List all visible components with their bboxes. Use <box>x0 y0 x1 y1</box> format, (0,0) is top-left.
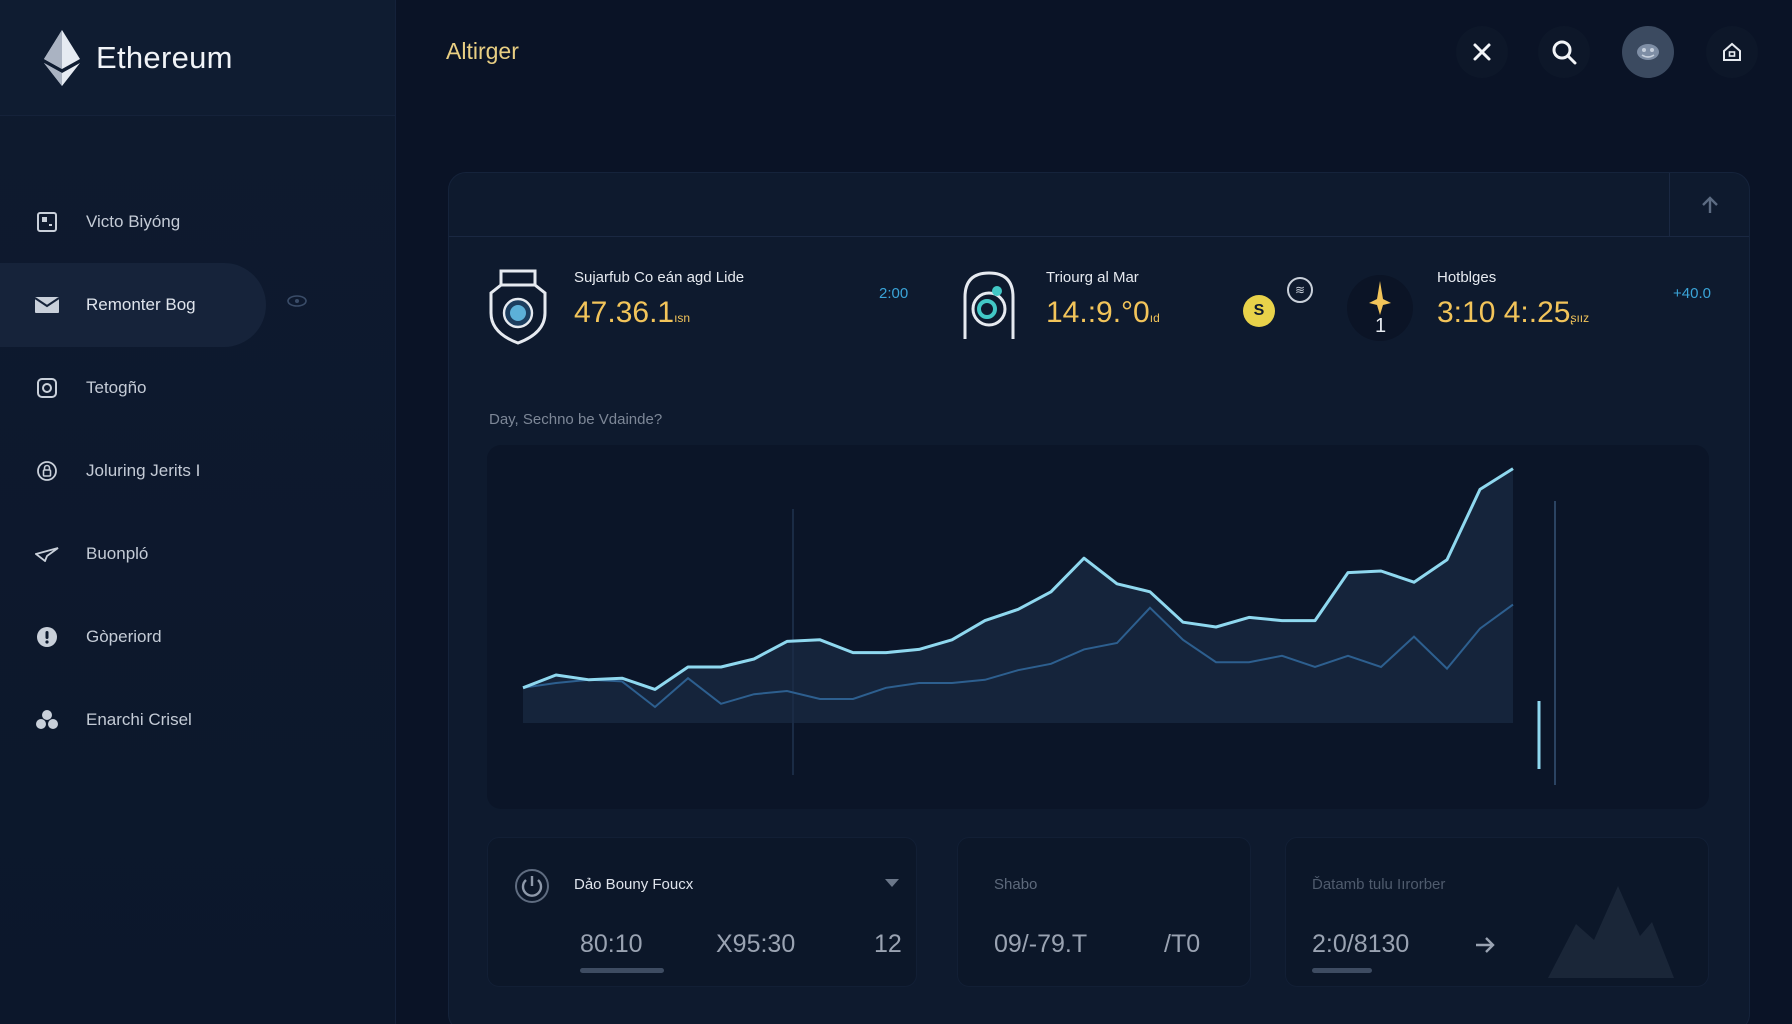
search-icon <box>1552 40 1577 65</box>
card-progress-bar <box>1312 968 1372 973</box>
stat-value: 14.:9.°0ıd <box>1046 296 1160 329</box>
stat-change: 2:00 <box>879 285 909 302</box>
main-panel: Sujarfub Co eán agd Lide 47.36.1ısn 2:00… <box>448 172 1750 1024</box>
home-icon <box>1723 42 1741 61</box>
avatar[interactable] <box>1622 26 1674 78</box>
chart-caption: Day, Sechno be Vdainde? <box>489 411 663 428</box>
stat-change: +40.0 <box>1673 285 1711 302</box>
sidebar-item-joluring[interactable]: Joluring Jerits I <box>0 429 395 513</box>
grid-square-icon <box>34 209 60 235</box>
card-value: /T0 <box>1164 930 1201 958</box>
options-icon[interactable]: ≋ <box>1287 277 1313 303</box>
page-title: Altirger <box>446 38 519 64</box>
info-icon <box>34 624 60 650</box>
coin-icon: S <box>1243 295 1275 327</box>
shield-icon <box>489 269 547 345</box>
cluster-icon <box>34 707 60 733</box>
app-name: Ethereum <box>96 39 233 75</box>
power-icon <box>515 869 549 903</box>
lock-icon <box>34 458 60 484</box>
avatar-icon <box>1637 44 1659 60</box>
sidebar-item-tetogno[interactable]: Tetogño <box>0 346 395 430</box>
sidebar-item-label: Gòperiord <box>86 627 162 646</box>
ring-icon <box>963 271 1015 339</box>
eye-icon[interactable] <box>286 293 308 313</box>
close-button[interactable] <box>1456 26 1508 78</box>
card-title: Dảo Bouny Foucx <box>574 876 694 893</box>
star-number: 1 <box>1375 315 1387 337</box>
arrow-right-icon[interactable] <box>1474 936 1496 954</box>
card-value: 80:10 <box>580 930 643 958</box>
series-area <box>523 468 1513 723</box>
sidebar-item-label: Joluring Jerits I <box>86 461 201 480</box>
stat-block: Hotblges 3:10 4:.25ʂıız <box>1437 269 1589 330</box>
mountain-chart-icon <box>1548 886 1674 978</box>
sidebar-item-label: Tetogño <box>86 378 147 397</box>
stat-block: Sujarfub Co eán agd Lide 47.36.1ısn <box>574 269 744 330</box>
sidebar: Ethereum Victo Biyóng Remonter Bog Tetog… <box>0 0 396 1024</box>
chevron-down-icon[interactable] <box>884 878 900 888</box>
stat-block: Triourg al Mar 14.:9.°0ıd <box>1046 269 1160 330</box>
card-value: 2:0/8130 <box>1312 930 1410 958</box>
stat-value: 3:10 4:.25ʂıız <box>1437 296 1590 329</box>
sidebar-item-label: Victo Biyóng <box>86 212 181 231</box>
top-bar: Altirger <box>396 0 1792 104</box>
home-button[interactable] <box>1706 26 1758 78</box>
camera-icon <box>34 375 60 401</box>
card-title: Ďatamb tulu Iırorber <box>1312 876 1446 893</box>
stat-label: Hotblges <box>1437 269 1497 286</box>
stat-label: Sujarfub Co eán agd Lide <box>574 269 745 286</box>
line-chart <box>522 467 1556 785</box>
sidebar-item-remonter[interactable]: Remonter Bog <box>0 263 307 347</box>
card-value: 12 <box>874 930 902 958</box>
card-value: 09/-79.T <box>994 930 1088 958</box>
ethereum-logo-icon <box>44 29 80 86</box>
arrow-up-icon <box>1701 196 1718 213</box>
card-value: X95:30 <box>716 930 796 958</box>
chart-container <box>487 445 1709 809</box>
sidebar-item-victo[interactable]: Victo Biyóng <box>0 180 395 264</box>
card-title: Shabo <box>994 876 1038 893</box>
panel-header <box>449 173 1749 237</box>
scroll-up-button[interactable] <box>1669 173 1749 237</box>
sidebar-item-buonplo[interactable]: Buonpló <box>0 512 395 596</box>
search-button[interactable] <box>1538 26 1590 78</box>
sidebar-nav: Victo Biyóng Remonter Bog Tetogño Joluri… <box>0 180 395 761</box>
send-icon <box>34 541 60 567</box>
stat-card[interactable]: Dảo Bouny Foucx 80:10 X95:30 12 <box>487 837 917 987</box>
sidebar-item-goperiord[interactable]: Gòperiord <box>0 595 395 679</box>
stat-value: 47.36.1ısn <box>574 296 691 329</box>
mail-icon <box>34 292 60 318</box>
card-progress-bar <box>580 968 664 973</box>
star-icon: 1 <box>1347 275 1413 341</box>
sidebar-item-label: Enarchi Crisel <box>86 710 192 729</box>
sidebar-item-label: Buonpló <box>86 544 149 563</box>
stat-card[interactable]: Shabo 09/-79.T /T0 <box>957 837 1251 987</box>
sidebar-item-enarchi[interactable]: Enarchi Crisel <box>0 678 395 762</box>
close-icon <box>1473 43 1491 61</box>
logo-area: Ethereum <box>0 0 395 116</box>
stat-label: Triourg al Mar <box>1046 269 1139 286</box>
stat-card[interactable]: Ďatamb tulu Iırorber 2:0/8130 <box>1285 837 1709 987</box>
sidebar-item-label: Remonter Bog <box>86 295 196 314</box>
